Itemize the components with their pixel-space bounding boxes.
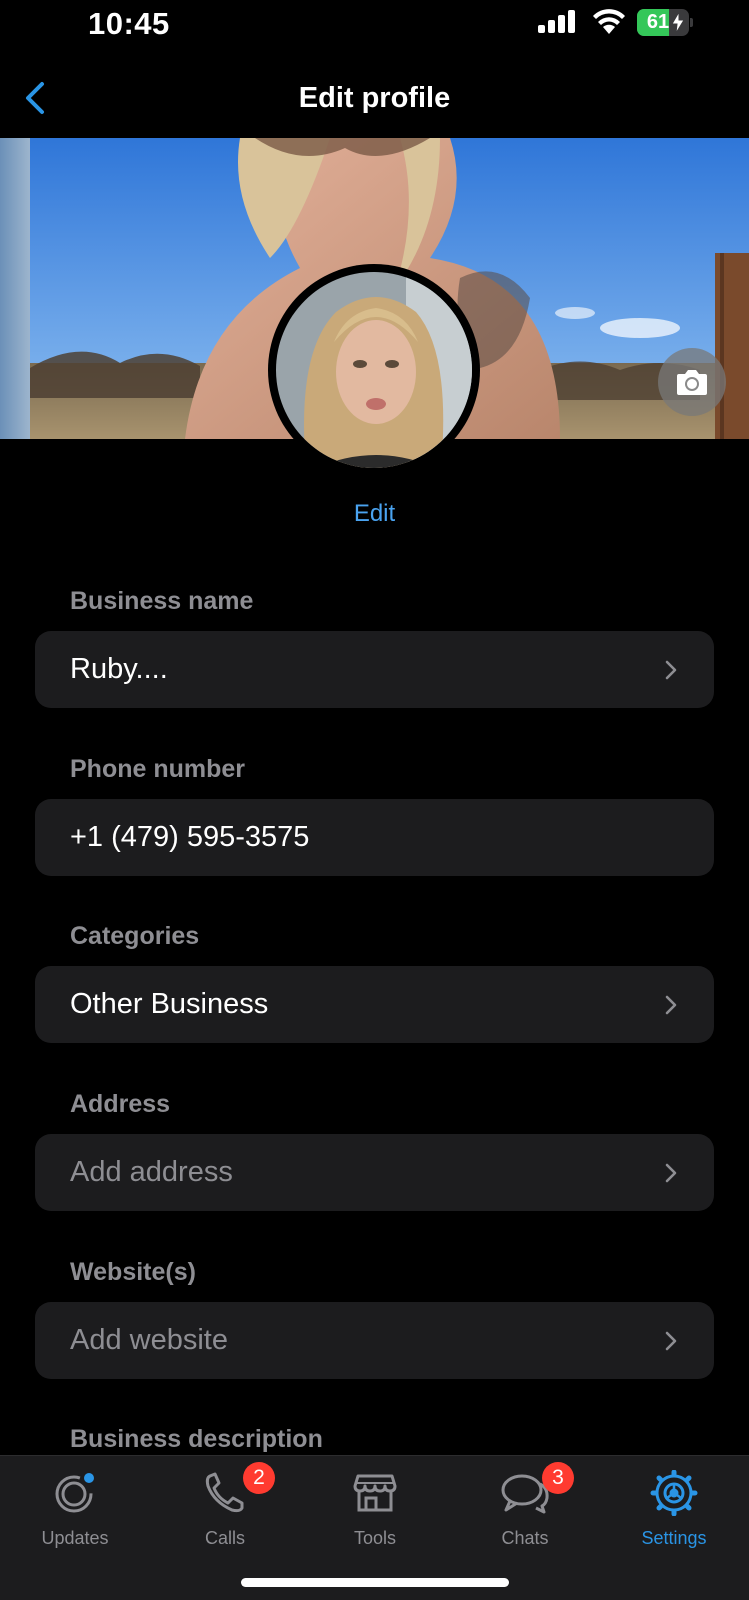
tab-label-settings: Settings bbox=[641, 1528, 707, 1548]
updates-icon bbox=[55, 1473, 94, 1513]
tab-tools[interactable]: Tools bbox=[300, 1456, 450, 1556]
tab-label-updates: Updates bbox=[41, 1528, 109, 1548]
categories-field[interactable]: Other Business bbox=[35, 966, 714, 1043]
page-title: Edit profile bbox=[298, 82, 451, 114]
gear-icon bbox=[650, 1470, 698, 1516]
edit-profile-screen: 10:45 61 Edit profile Edit Business name… bbox=[0, 0, 749, 1600]
chevron-right-icon bbox=[665, 660, 677, 680]
tab-settings[interactable]: Settings bbox=[599, 1456, 749, 1556]
profile-avatar[interactable] bbox=[268, 264, 480, 476]
tab-label-calls: Calls bbox=[204, 1528, 245, 1548]
chevron-right-icon bbox=[665, 1331, 677, 1351]
phone-number-value: +1 (479) 595-3575 bbox=[70, 821, 310, 853]
tab-chats[interactable]: 3 Chats bbox=[450, 1456, 600, 1556]
chevron-right-icon bbox=[665, 1163, 677, 1183]
business-name-field[interactable]: Ruby.... bbox=[35, 631, 714, 708]
charging-bolt-icon bbox=[671, 12, 685, 33]
storefront-icon bbox=[353, 1474, 397, 1512]
change-cover-button[interactable] bbox=[658, 348, 726, 416]
website-placeholder: Add website bbox=[70, 1324, 228, 1356]
address-placeholder: Add address bbox=[70, 1156, 233, 1188]
status-bar: 10:45 61 bbox=[0, 0, 749, 50]
business-name-label: Business name bbox=[70, 587, 254, 615]
tab-bar: Updates 2 Calls Tools 3 Chats Settings bbox=[0, 1455, 749, 1600]
address-field[interactable]: Add address bbox=[35, 1134, 714, 1211]
cellular-signal-icon bbox=[538, 10, 575, 33]
home-indicator bbox=[241, 1578, 509, 1587]
business-description-label: Business description bbox=[70, 1425, 323, 1453]
websites-label: Website(s) bbox=[70, 1258, 196, 1286]
avatar-image bbox=[276, 272, 472, 468]
edit-photo-link[interactable]: Edit bbox=[0, 500, 749, 528]
battery-indicator: 61 bbox=[637, 9, 693, 36]
tab-calls[interactable]: 2 Calls bbox=[150, 1456, 300, 1556]
chats-badge: 3 bbox=[542, 1462, 574, 1494]
categories-label: Categories bbox=[70, 922, 200, 950]
categories-value: Other Business bbox=[70, 988, 269, 1020]
calls-badge: 2 bbox=[243, 1462, 275, 1494]
camera-icon bbox=[677, 370, 707, 395]
status-time: 10:45 bbox=[88, 6, 170, 41]
chevron-right-icon bbox=[665, 995, 677, 1015]
navigation-bar: Edit profile bbox=[0, 60, 749, 136]
tab-label-chats: Chats bbox=[501, 1528, 549, 1548]
address-label: Address bbox=[70, 1090, 171, 1118]
wifi-icon bbox=[593, 9, 625, 34]
tab-updates[interactable]: Updates bbox=[0, 1456, 150, 1556]
business-name-value: Ruby.... bbox=[70, 653, 168, 685]
phone-number-label: Phone number bbox=[70, 755, 246, 783]
phone-number-field[interactable]: +1 (479) 595-3575 bbox=[35, 799, 714, 876]
website-field[interactable]: Add website bbox=[35, 1302, 714, 1379]
tab-label-tools: Tools bbox=[353, 1528, 397, 1548]
